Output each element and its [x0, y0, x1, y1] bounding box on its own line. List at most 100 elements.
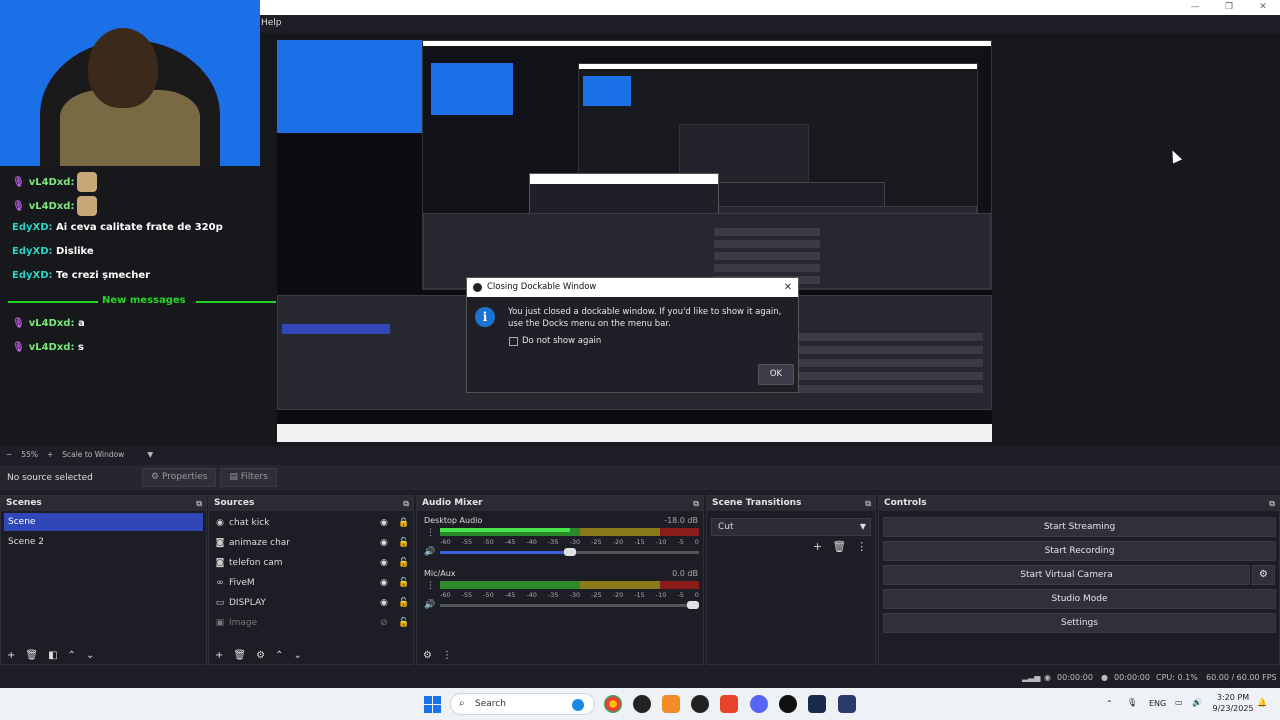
unlock-icon[interactable]: 🔓 — [398, 554, 409, 572]
mic-icon: 🎙 — [12, 342, 25, 353]
ok-button[interactable]: OK — [758, 364, 794, 385]
studio-mode-button[interactable]: Studio Mode — [883, 589, 1276, 609]
transition-select[interactable]: Cut ▼ — [711, 518, 871, 536]
hidden-eye-icon[interactable]: ⊘ — [380, 614, 388, 632]
mixer-menu-icon[interactable]: ⋮ — [442, 650, 452, 661]
undock-icon[interactable]: ⧉ — [1269, 496, 1275, 511]
channel-menu-icon[interactable]: ⋮ — [426, 581, 435, 591]
remove-scene-icon[interactable]: 🗑 — [25, 650, 38, 661]
move-down-icon[interactable]: ⌄ — [86, 650, 94, 661]
app-game2-icon[interactable] — [838, 695, 856, 713]
source-properties-gear-icon[interactable]: ⚙ — [256, 650, 265, 661]
volume-slider[interactable] — [440, 548, 699, 556]
brave-icon[interactable] — [720, 695, 738, 713]
settings-button[interactable]: Settings — [883, 613, 1276, 633]
add-transition-icon[interactable]: + — [813, 540, 822, 553]
tray-mic-icon[interactable]: 🎙 — [1127, 698, 1137, 707]
dialog-close-button[interactable]: ✕ — [784, 278, 792, 297]
lock-icon[interactable]: 🔒 — [398, 514, 409, 532]
chat-line: 🎙 vL4Dxd: s — [12, 342, 84, 353]
volume-slider[interactable] — [440, 601, 699, 609]
obs-app-icon[interactable] — [633, 695, 651, 713]
source-item[interactable]: ◉ chat kick ◉ 🔒 — [212, 514, 412, 532]
scene-item[interactable]: Scene 2 — [4, 533, 203, 551]
source-item[interactable]: ◙ animaze char ◉ 🔓 — [212, 534, 412, 552]
source-item[interactable]: ◙ telefon cam ◉ 🔓 — [212, 554, 412, 572]
filters-button[interactable]: ▤ Filters — [220, 468, 277, 487]
visibility-eye-icon[interactable]: ◉ — [380, 554, 388, 572]
menu-help[interactable]: Help — [261, 18, 282, 28]
slider-knob[interactable] — [687, 601, 699, 609]
transition-menu-icon[interactable]: ⋮ — [856, 540, 867, 553]
unlock-icon[interactable]: 🔓 — [398, 594, 409, 612]
controls-dock: Controls ⧉ Start Streaming Start Recordin… — [878, 495, 1280, 665]
tick: -40 — [526, 591, 537, 599]
gear-icon: ⚙ — [151, 472, 162, 482]
unlock-icon[interactable]: 🔓 — [398, 614, 409, 632]
remove-transition-icon[interactable]: 🗑 — [832, 540, 846, 553]
zoom-out-button[interactable]: − — [6, 450, 12, 459]
start-virtual-camera-button[interactable]: Start Virtual Camera — [883, 565, 1250, 585]
source-item[interactable]: ∞ FiveM ◉ 🔓 — [212, 574, 412, 592]
chat-message: Dislike — [56, 246, 94, 257]
do-not-show-again-checkbox[interactable]: Do not show again — [509, 336, 601, 346]
app-dark-icon[interactable] — [779, 695, 797, 713]
windows-start-icon[interactable] — [424, 696, 441, 713]
obs-taskbar-icon[interactable] — [691, 695, 709, 713]
visibility-eye-icon[interactable]: ◉ — [380, 514, 388, 532]
start-recording-button[interactable]: Start Recording — [883, 541, 1276, 561]
minimize-button[interactable]: — — [1178, 0, 1212, 15]
advanced-audio-icon[interactable]: ⚙ — [423, 650, 432, 661]
language-indicator[interactable]: ENG — [1149, 699, 1166, 708]
app-a-icon[interactable] — [662, 695, 680, 713]
volume-icon[interactable]: 🔊 — [1192, 698, 1202, 707]
unlock-icon[interactable]: 🔓 — [398, 534, 409, 552]
undock-icon[interactable]: ⧉ — [693, 496, 699, 511]
scenes-title: Scenes — [6, 498, 42, 508]
properties-button[interactable]: ⚙ Properties — [142, 468, 217, 487]
zoom-in-button[interactable]: + — [47, 450, 53, 459]
network-icon[interactable]: ▭ — [1175, 698, 1183, 707]
undock-icon[interactable]: ⧉ — [403, 496, 409, 511]
move-up-icon[interactable]: ⌃ — [68, 650, 76, 661]
notification-bell-icon[interactable]: 🔔 — [1257, 698, 1267, 707]
undock-icon[interactable]: ⧉ — [865, 496, 871, 511]
remove-source-icon[interactable]: 🗑 — [233, 650, 246, 661]
taskbar-clock[interactable]: 3:20 PM 9/23/2025 — [1208, 692, 1258, 714]
discord-icon[interactable] — [750, 695, 768, 713]
source-item[interactable]: ▣ Image ⊘ 🔓 — [212, 614, 412, 632]
close-window-button[interactable]: ✕ — [1246, 0, 1280, 15]
tray-chevron-icon[interactable]: ⌃ — [1106, 699, 1113, 708]
clock-date: 9/23/2025 — [1212, 704, 1254, 713]
maximize-button[interactable]: ❐ — [1212, 0, 1246, 15]
controls-header: Controls ⧉ — [879, 496, 1279, 511]
app-game-icon[interactable] — [808, 695, 826, 713]
scale-to-window[interactable]: Scale to Window — [62, 450, 124, 459]
add-source-icon[interactable]: + — [215, 650, 223, 661]
chrome-icon[interactable] — [604, 695, 622, 713]
taskbar-search[interactable]: ⌕ Search — [450, 693, 595, 715]
tick: 0 — [694, 538, 699, 546]
channel-menu-icon[interactable]: ⋮ — [426, 528, 435, 538]
start-streaming-button[interactable]: Start Streaming — [883, 517, 1276, 537]
nested-virtual-camera — [714, 252, 820, 260]
unlock-icon[interactable]: 🔓 — [398, 574, 409, 592]
speaker-icon[interactable]: 🔊 — [424, 600, 435, 610]
chevron-down-icon[interactable]: ▼ — [147, 450, 153, 459]
scene-filters-icon[interactable]: ◧ — [48, 650, 57, 661]
visibility-eye-icon[interactable]: ◉ — [380, 574, 388, 592]
source-item[interactable]: ▭ DISPLAY ◉ 🔓 — [212, 594, 412, 612]
undock-icon[interactable]: ⧉ — [196, 496, 202, 511]
checkbox-box[interactable] — [509, 336, 518, 346]
visibility-eye-icon[interactable]: ◉ — [380, 594, 388, 612]
slider-knob[interactable] — [564, 548, 576, 556]
visibility-eye-icon[interactable]: ◉ — [380, 534, 388, 552]
virtual-camera-gear-icon[interactable]: ⚙ — [1252, 565, 1275, 585]
move-up-icon[interactable]: ⌃ — [275, 650, 283, 661]
tick: -55 — [461, 538, 473, 546]
speaker-icon[interactable]: 🔊 — [424, 547, 435, 557]
nested-studio-mode — [714, 264, 820, 272]
scene-item[interactable]: Scene — [4, 513, 203, 531]
add-scene-icon[interactable]: + — [7, 650, 15, 661]
move-down-icon[interactable]: ⌄ — [293, 650, 301, 661]
